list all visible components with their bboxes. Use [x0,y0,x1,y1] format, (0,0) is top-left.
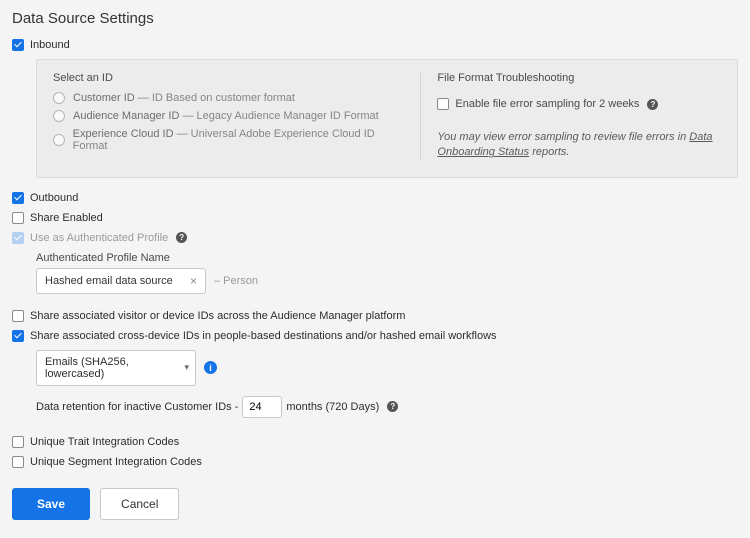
radio-customer-id[interactable] [53,92,65,104]
unique-trait-checkbox[interactable] [12,436,24,448]
enable-error-sampling-label: Enable file error sampling for 2 weeks [455,98,639,110]
auth-profile-name-label: Authenticated Profile Name [36,252,738,264]
help-icon[interactable]: ? [387,401,398,412]
cancel-button[interactable]: Cancel [100,488,179,520]
share-crossdevice-checkbox[interactable] [12,330,24,342]
clear-icon[interactable]: × [188,274,199,288]
auth-profile-name-input[interactable] [43,274,188,288]
troubleshoot-heading: File Format Troubleshooting [437,72,721,84]
radio-ecid[interactable] [53,134,65,146]
select-id-heading: Select an ID [53,72,400,84]
troubleshoot-note: You may view error sampling to review fi… [437,130,721,161]
save-button[interactable]: Save [12,488,90,520]
hash-type-select[interactable]: Emails (SHA256, lowercased) ▾ [36,350,196,386]
inbound-label: Inbound [30,39,70,51]
share-visitor-label: Share associated visitor or device IDs a… [30,310,405,322]
unique-trait-label: Unique Trait Integration Codes [30,436,179,448]
retention-prefix: Data retention for inactive Customer IDs… [36,401,238,413]
auth-profile-name-field[interactable]: × [36,268,206,294]
inbound-checkbox[interactable] [12,39,24,51]
share-crossdevice-label: Share associated cross-device IDs in peo… [30,330,497,342]
help-icon[interactable]: ? [647,99,658,110]
auth-profile-checkbox [12,232,24,244]
retention-input[interactable] [242,396,282,418]
radio-aam-id-label: Audience Manager ID — Legacy Audience Ma… [73,110,379,122]
radio-ecid-label: Experience Cloud ID — Universal Adobe Ex… [73,128,401,152]
enable-error-sampling-checkbox[interactable] [437,98,449,110]
radio-customer-id-label: Customer ID — ID Based on customer forma… [73,92,295,104]
page-title: Data Source Settings [12,10,738,27]
inbound-panel: Select an ID Customer ID — ID Based on c… [36,59,738,178]
hash-type-value: Emails (SHA256, lowercased) [45,356,178,380]
share-enabled-label: Share Enabled [30,212,103,224]
share-enabled-checkbox[interactable] [12,212,24,224]
info-icon[interactable]: i [204,361,217,374]
auth-profile-suffix: – Person [214,275,258,287]
auth-profile-label: Use as Authenticated Profile [30,232,168,244]
chevron-down-icon: ▾ [184,362,189,373]
outbound-checkbox[interactable] [12,192,24,204]
help-icon[interactable]: ? [176,232,187,243]
outbound-label: Outbound [30,192,78,204]
unique-segment-label: Unique Segment Integration Codes [30,456,202,468]
retention-suffix: months (720 Days) [286,401,379,413]
radio-aam-id[interactable] [53,110,65,122]
unique-segment-checkbox[interactable] [12,456,24,468]
share-visitor-checkbox[interactable] [12,310,24,322]
